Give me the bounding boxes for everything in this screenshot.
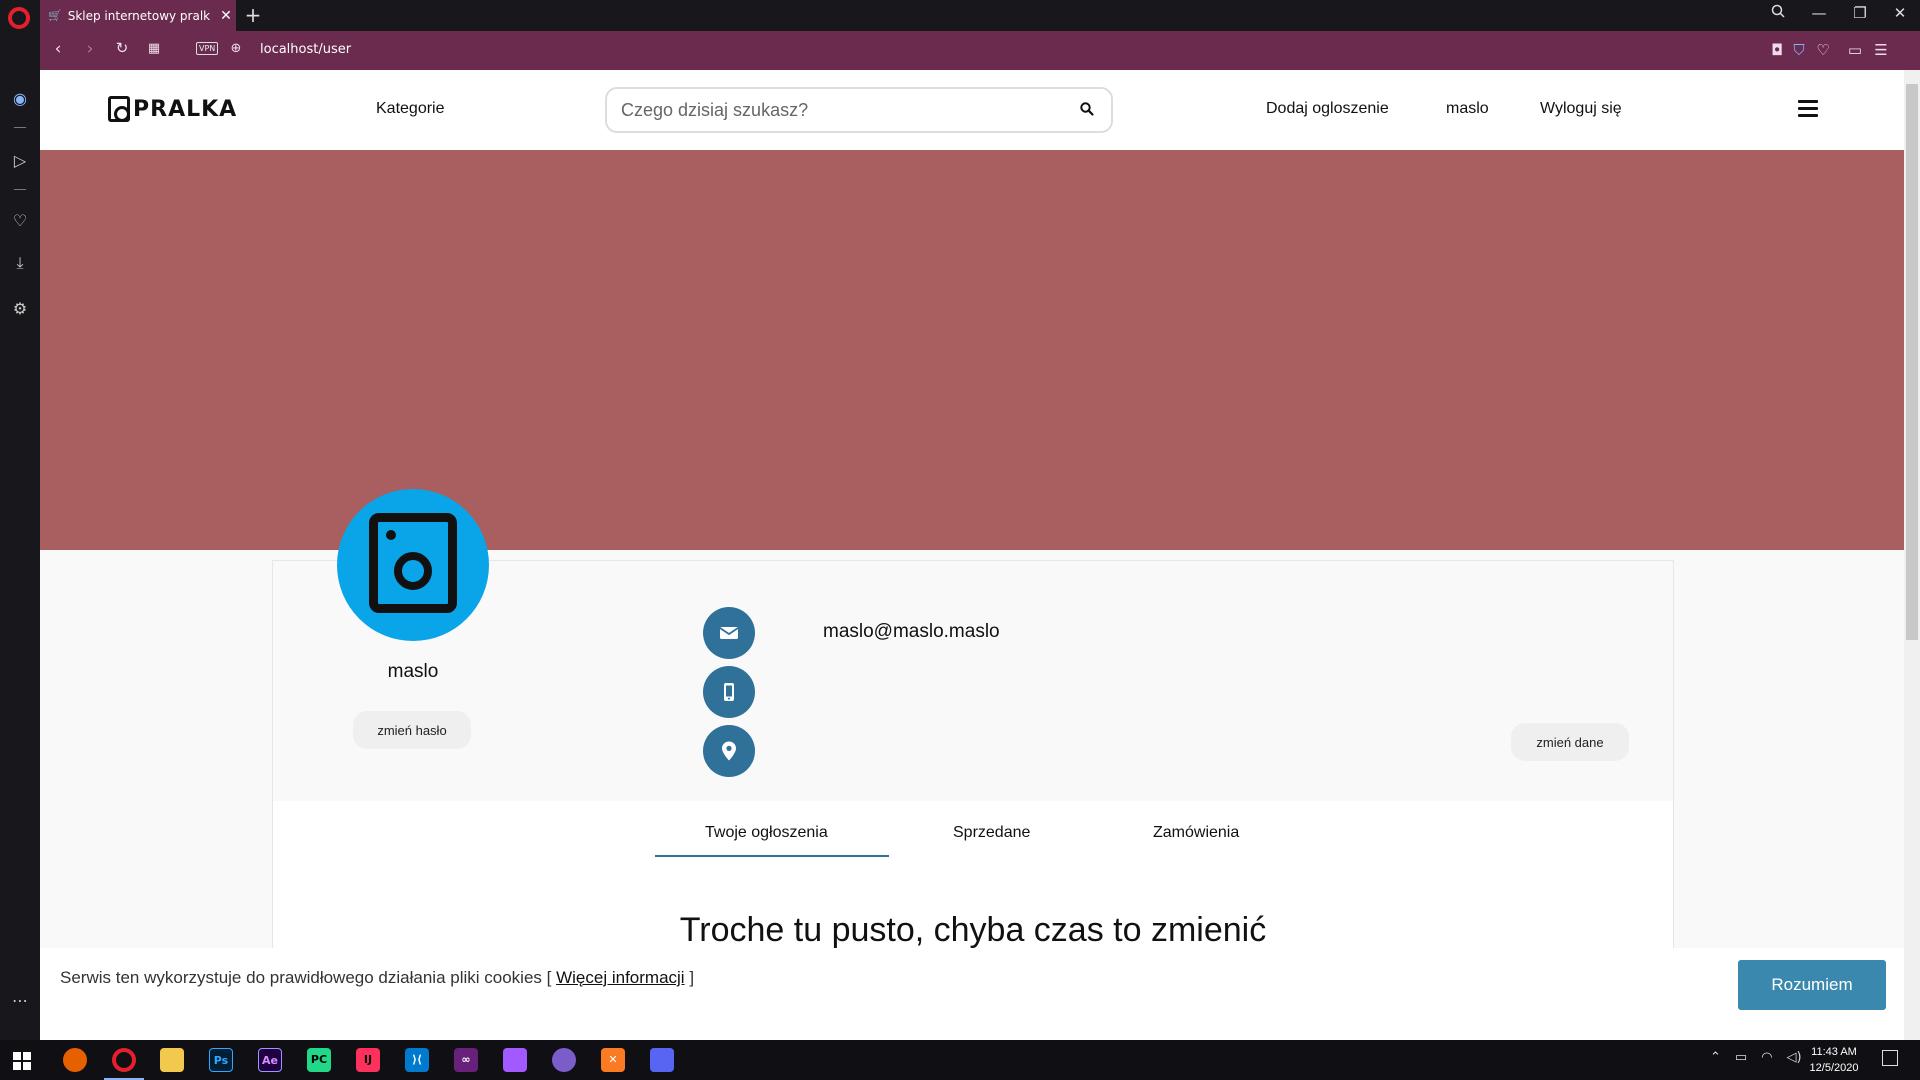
system-tray: ⌃ ▭ ◠ ◁) bbox=[1710, 1050, 1802, 1065]
firefox-icon[interactable] bbox=[63, 1048, 87, 1072]
profile-banner bbox=[40, 150, 1904, 550]
washing-machine-icon bbox=[369, 513, 457, 613]
battery-icon[interactable]: ▭ bbox=[1846, 41, 1864, 59]
site-header: PRALKA Kategorie Dodaj ogloszenie maslo … bbox=[40, 70, 1904, 150]
empty-state-message: Troche tu pusto, chyba czas to zmienić bbox=[679, 911, 1267, 949]
messenger-icon[interactable]: ◉ bbox=[0, 89, 40, 108]
cookie-bracket-open: [ bbox=[546, 968, 552, 987]
shield-icon[interactable]: ⛉ bbox=[1790, 41, 1808, 59]
logo-text: PRALKA bbox=[133, 96, 238, 122]
discord-icon[interactable] bbox=[650, 1048, 674, 1072]
page-viewport: PRALKA Kategorie Dodaj ogloszenie maslo … bbox=[40, 70, 1904, 1040]
close-window-icon[interactable]: ✕ bbox=[1888, 4, 1912, 22]
intellij-icon[interactable]: IJ bbox=[356, 1048, 380, 1072]
location-pin-icon bbox=[703, 725, 755, 777]
change-data-button[interactable]: zmień dane bbox=[1511, 723, 1629, 761]
page-scrollbar[interactable] bbox=[1904, 70, 1920, 1040]
opera-sidebar: ◉ ▷ ♡ ⤓ ⚙ ⋯ bbox=[0, 31, 40, 1041]
pycharm-icon[interactable]: PC bbox=[307, 1048, 331, 1072]
browser-tab-bar: 🛒 Sklep internetowy pralka ✕ + — ❐ ✕ bbox=[0, 0, 1920, 31]
search-icon[interactable] bbox=[1079, 101, 1095, 117]
tab-close-icon[interactable]: ✕ bbox=[216, 8, 236, 24]
cookie-bar: Serwis ten wykorzystuje do prawidłowego … bbox=[40, 948, 1904, 1040]
vpn-badge[interactable]: VPN bbox=[196, 42, 219, 55]
easy-setup-icon[interactable]: ☰ bbox=[1872, 41, 1890, 59]
tab-title: Sklep internetowy pralka bbox=[67, 8, 210, 23]
tray-battery-icon[interactable]: ▭ bbox=[1735, 1050, 1747, 1065]
tab-grid-icon[interactable]: ▦ bbox=[144, 41, 164, 56]
cookie-more-info-link[interactable]: Więcej informacji bbox=[556, 968, 684, 987]
xampp-icon[interactable]: ✕ bbox=[601, 1048, 625, 1072]
heart-icon[interactable]: ♡ bbox=[0, 211, 40, 230]
cookie-message: Serwis ten wykorzystuje do prawidłowego … bbox=[60, 968, 694, 988]
logout-link[interactable]: Wyloguj się bbox=[1540, 100, 1622, 118]
email-icon bbox=[703, 607, 755, 659]
tray-chevron-icon[interactable]: ⌃ bbox=[1710, 1050, 1721, 1065]
globe-icon: ⊕ bbox=[230, 41, 242, 56]
snapshot-icon[interactable]: ◘ bbox=[1768, 41, 1786, 59]
url-text[interactable]: localhost/user bbox=[260, 42, 351, 57]
download-icon[interactable]: ⤓ bbox=[0, 253, 40, 273]
heart-icon[interactable]: ♡ bbox=[1814, 41, 1832, 59]
tray-wifi-icon[interactable]: ◠ bbox=[1761, 1050, 1772, 1065]
scrollbar-thumb[interactable] bbox=[1906, 84, 1918, 640]
categories-link[interactable]: Kategorie bbox=[376, 100, 445, 118]
photoshop-icon[interactable]: Ps bbox=[209, 1048, 233, 1072]
forward-icon[interactable]: › bbox=[80, 39, 100, 59]
minimize-icon[interactable]: — bbox=[1807, 4, 1831, 22]
search-input[interactable] bbox=[621, 97, 1061, 123]
washing-machine-icon bbox=[108, 96, 130, 122]
opera-logo-icon[interactable] bbox=[8, 7, 30, 29]
email-text: maslo@maslo.maslo bbox=[823, 621, 1000, 642]
tab-your-listings[interactable]: Twoje ogłoszenia bbox=[705, 824, 828, 842]
windows-taskbar: Ps Ae PC IJ ⟩⟨ ∞ ✕ ⌃ ▭ ◠ ◁) 11:43 AM 12/… bbox=[0, 1040, 1920, 1080]
clock-time: 11:43 AM bbox=[1811, 1046, 1857, 1058]
tab-sold[interactable]: Sprzedane bbox=[953, 824, 1030, 842]
change-password-button[interactable]: zmień hasło bbox=[353, 711, 471, 749]
reload-icon[interactable]: ↻ bbox=[112, 39, 132, 57]
site-logo[interactable]: PRALKA bbox=[108, 96, 237, 122]
profile-info: maslo zmień hasło maslo@maslo.maslo zmie… bbox=[273, 489, 1673, 801]
visual-studio-icon[interactable]: ∞ bbox=[454, 1048, 478, 1072]
app-icon[interactable] bbox=[552, 1048, 576, 1072]
address-bar: ‹ › ↻ ▦ VPN ⊕ localhost/user ◘ ⛉ ♡ ▭ ☰ bbox=[40, 31, 1920, 70]
cookie-bracket-close: ] bbox=[689, 968, 695, 987]
figma-icon[interactable] bbox=[503, 1048, 527, 1072]
tab-orders[interactable]: Zamówienia bbox=[1153, 824, 1239, 842]
cookie-accept-button[interactable]: Rozumiem bbox=[1738, 960, 1886, 1010]
more-icon[interactable]: ⋯ bbox=[0, 991, 40, 1010]
screen: 🛒 Sklep internetowy pralka ✕ + — ❐ ✕ ‹ ›… bbox=[0, 0, 1920, 1080]
search-box bbox=[605, 87, 1113, 133]
cookie-text: Serwis ten wykorzystuje do prawidłowego … bbox=[60, 968, 542, 987]
add-listing-link[interactable]: Dodaj ogloszenie bbox=[1266, 100, 1389, 118]
windows-start-icon[interactable] bbox=[13, 1052, 31, 1070]
notifications-icon[interactable] bbox=[1882, 1050, 1898, 1066]
active-tab-underline bbox=[655, 855, 889, 857]
taskbar-clock[interactable]: 11:43 AM 12/5/2020 bbox=[1804, 1044, 1864, 1076]
tray-volume-icon[interactable]: ◁) bbox=[1787, 1050, 1802, 1065]
sidebar-divider bbox=[14, 189, 26, 190]
restore-icon[interactable]: ❐ bbox=[1848, 4, 1872, 22]
new-tab-button[interactable]: + bbox=[243, 3, 263, 27]
hamburger-menu-icon[interactable] bbox=[1798, 100, 1818, 118]
player-icon[interactable]: ▷ bbox=[0, 151, 40, 170]
avatar bbox=[337, 489, 489, 641]
clock-date: 12/5/2020 bbox=[1809, 1062, 1859, 1074]
sidebar-divider bbox=[14, 127, 26, 128]
browser-tab[interactable]: 🛒 Sklep internetowy pralka ✕ bbox=[40, 0, 236, 31]
after-effects-icon[interactable]: Ae bbox=[258, 1048, 282, 1072]
vscode-icon[interactable]: ⟩⟨ bbox=[405, 1048, 429, 1072]
settings-gear-icon[interactable]: ⚙ bbox=[0, 299, 40, 318]
opera-icon[interactable] bbox=[112, 1048, 136, 1072]
browser-search-icon[interactable] bbox=[1766, 4, 1790, 22]
tab-favicon-icon: 🛒 bbox=[48, 9, 62, 22]
file-explorer-icon[interactable] bbox=[160, 1048, 184, 1072]
username-link[interactable]: maslo bbox=[1446, 100, 1489, 118]
phone-icon bbox=[703, 666, 755, 718]
profile-username: maslo bbox=[387, 661, 439, 682]
back-icon[interactable]: ‹ bbox=[48, 39, 68, 59]
